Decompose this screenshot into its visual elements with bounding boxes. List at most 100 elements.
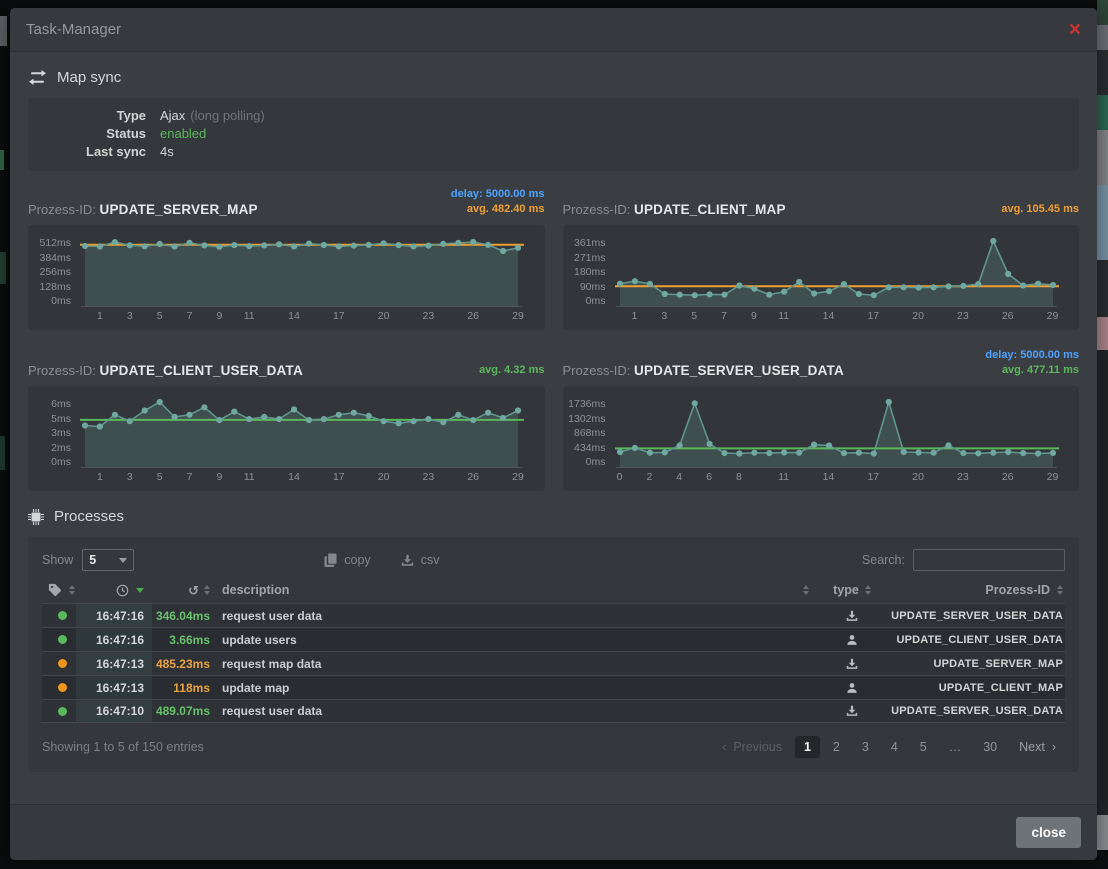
- x-tick-label: 8: [736, 471, 742, 483]
- y-tick-label: 512ms: [30, 237, 71, 249]
- avg-value: avg. 4.32 ms: [479, 363, 544, 378]
- table-row[interactable]: 16:47:10489.07msrequest user dataUPDATE_…: [42, 699, 1065, 723]
- close-icon[interactable]: ×: [1069, 19, 1081, 40]
- y-tick-label: 0ms: [565, 456, 606, 468]
- search-input[interactable]: [913, 549, 1065, 571]
- header-duration[interactable]: ↺: [152, 577, 210, 603]
- download-icon: [815, 652, 889, 675]
- x-tick-label: 26: [467, 471, 479, 483]
- x-tick-label: 29: [1047, 310, 1059, 322]
- delay-value: delay: 5000.00 ms: [451, 187, 545, 202]
- pagination-page-5[interactable]: 5: [911, 736, 936, 758]
- description-cell: update map: [210, 676, 815, 699]
- exchange-icon: [28, 70, 47, 85]
- x-axis-labels: 1357911141720232629: [78, 309, 526, 324]
- sort-icon: [865, 585, 871, 595]
- x-tick-label: 23: [423, 310, 435, 322]
- chart-plot: 1357911141720232629: [78, 398, 526, 485]
- modal-title: Task-Manager: [26, 21, 121, 38]
- pagination-next[interactable]: Next›: [1010, 736, 1065, 758]
- download-icon: [815, 604, 889, 627]
- x-tick-label: 23: [957, 310, 969, 322]
- table-row[interactable]: 16:47:13485.23msrequest map dataUPDATE_S…: [42, 651, 1065, 675]
- pagination-ellipsis: …: [940, 736, 971, 758]
- header-time[interactable]: [76, 577, 152, 603]
- chart-panel-update-client-user-data: Prozess-ID: UPDATE_CLIENT_USER_DATA avg.…: [28, 344, 545, 491]
- show-label: Show: [42, 553, 73, 567]
- modal-header: Task-Manager ×: [10, 8, 1097, 52]
- pagination-page-1[interactable]: 1: [795, 736, 820, 758]
- x-tick-label: 3: [661, 310, 667, 322]
- x-tick-label: 23: [423, 471, 435, 483]
- table-controls: Show 5 copy: [42, 549, 1065, 571]
- duration-cell: 485.23ms: [152, 652, 210, 675]
- x-tick-label: 29: [1047, 471, 1059, 483]
- time-cell: 16:47:13: [76, 676, 152, 699]
- y-tick-label: 1736ms: [565, 398, 606, 410]
- sort-icon: [1057, 585, 1063, 595]
- x-tick-label: 17: [867, 310, 879, 322]
- avg-value: avg. 105.45 ms: [1001, 202, 1079, 217]
- copy-button[interactable]: copy: [324, 553, 370, 567]
- x-tick-label: 11: [244, 310, 255, 322]
- x-tick-label: 20: [378, 471, 390, 483]
- csv-button[interactable]: csv: [401, 553, 440, 567]
- y-axis-labels: 1736ms1302ms868ms434ms0ms: [565, 398, 613, 468]
- history-icon: ↺: [188, 584, 199, 597]
- pagination-page-3[interactable]: 3: [853, 736, 878, 758]
- x-tick-label: 7: [187, 471, 193, 483]
- chart-plot: 1357911141720232629: [613, 237, 1061, 324]
- status-dot-orange: [58, 659, 67, 668]
- description-cell: update users: [210, 628, 815, 651]
- pagination-page-2[interactable]: 2: [824, 736, 849, 758]
- modal-body: Map sync Type Ajax (long polling) Status…: [10, 52, 1097, 804]
- chart-panel-update-server-user-data: Prozess-ID: UPDATE_SERVER_USER_DATA dela…: [563, 344, 1080, 491]
- x-tick-label: 4: [676, 471, 682, 483]
- chart-title: Prozess-ID: UPDATE_CLIENT_USER_DATA: [28, 363, 303, 378]
- header-prozess-id[interactable]: Prozess-ID: [889, 577, 1065, 603]
- page-length-select[interactable]: 5: [82, 549, 134, 571]
- duration-cell: 118ms: [152, 676, 210, 699]
- x-tick-label: 7: [721, 310, 727, 322]
- chevron-left-icon: ‹: [722, 740, 726, 754]
- y-tick-label: 384ms: [30, 252, 71, 264]
- table-row[interactable]: 16:47:163.66msupdate usersUPDATE_CLIENT_…: [42, 627, 1065, 651]
- clock-icon: [116, 584, 129, 597]
- y-tick-label: 6ms: [30, 398, 71, 410]
- x-axis-labels: 1357911141720232629: [78, 470, 526, 485]
- x-tick-label: 14: [288, 471, 300, 483]
- table-row[interactable]: 16:47:13118msupdate mapUPDATE_CLIENT_MAP: [42, 675, 1065, 699]
- table-row[interactable]: 16:47:16346.04msrequest user dataUPDATE_…: [42, 603, 1065, 627]
- chart-title: Prozess-ID: UPDATE_CLIENT_MAP: [563, 202, 786, 217]
- close-button[interactable]: close: [1016, 817, 1081, 848]
- pagination-previous[interactable]: ‹Previous: [713, 736, 791, 758]
- y-axis-labels: 361ms271ms180ms90ms0ms: [565, 237, 613, 307]
- table-header: ↺ description type Prozess-ID: [42, 577, 1065, 603]
- header-description[interactable]: description: [210, 577, 815, 603]
- x-tick-label: 11: [244, 471, 255, 483]
- header-status[interactable]: [42, 577, 76, 603]
- y-tick-label: 180ms: [565, 266, 606, 278]
- status-cell: [42, 676, 76, 699]
- chart-panel-update-client-map: Prozess-ID: UPDATE_CLIENT_MAP avg. 105.4…: [563, 183, 1080, 330]
- x-tick-label: 14: [823, 471, 835, 483]
- modal-footer: close: [10, 804, 1097, 860]
- map-sync-row-lastsync: Last sync 4s: [28, 143, 1079, 161]
- table-footer: Showing 1 to 5 of 150 entries ‹Previous1…: [42, 736, 1065, 762]
- y-tick-label: 0ms: [565, 295, 606, 307]
- y-tick-label: 361ms: [565, 237, 606, 249]
- delay-value: delay: 5000.00 ms: [985, 348, 1079, 363]
- x-tick-label: 7: [187, 310, 193, 322]
- status-cell: [42, 700, 76, 722]
- y-tick-label: 271ms: [565, 252, 606, 264]
- header-type[interactable]: type: [815, 577, 889, 603]
- chart-plot: 1357911141720232629: [78, 237, 526, 324]
- x-tick-label: 5: [691, 310, 697, 322]
- chart-card: 512ms384ms256ms128ms0ms 1357911141720232…: [28, 225, 545, 330]
- pagination-page-4[interactable]: 4: [882, 736, 907, 758]
- pagination-page-30[interactable]: 30: [974, 736, 1006, 758]
- x-tick-label: 14: [823, 310, 835, 322]
- x-tick-label: 26: [1002, 310, 1014, 322]
- pagination: ‹Previous12345…30Next›: [713, 736, 1065, 758]
- x-tick-label: 26: [467, 310, 479, 322]
